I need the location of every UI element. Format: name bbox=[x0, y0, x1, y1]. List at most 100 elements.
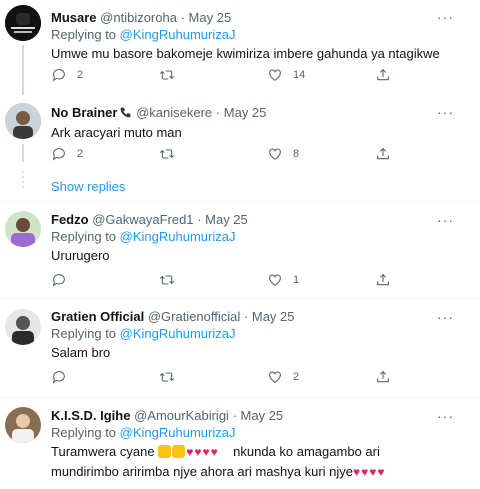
like-button[interactable]: 2 bbox=[267, 369, 299, 385]
thread-dot bbox=[22, 171, 24, 173]
heart-emoji: ♥ bbox=[202, 445, 210, 459]
share-button[interactable] bbox=[375, 272, 391, 288]
tweet-text: Salam bro bbox=[51, 345, 111, 360]
replying-to: Replying to @KingRuhumurizaJ bbox=[51, 325, 448, 343]
retweet-icon bbox=[159, 272, 175, 288]
avatar[interactable] bbox=[5, 407, 41, 443]
avatar[interactable] bbox=[5, 211, 41, 247]
heart-emoji: ♥ bbox=[210, 445, 218, 459]
replying-prefix: Replying to bbox=[51, 425, 120, 440]
heart-emoji: ♥ bbox=[186, 445, 194, 459]
mention-link[interactable]: @KingRuhumurizaJ bbox=[120, 27, 236, 42]
user-handle[interactable]: @AmourKabirigi bbox=[134, 408, 229, 423]
show-replies-link[interactable]: Show replies bbox=[51, 179, 125, 194]
tweet-date[interactable]: May 25 bbox=[252, 309, 295, 324]
tweet-date[interactable]: May 25 bbox=[224, 105, 267, 120]
tweet-gratien[interactable]: Gratien Official @Gratienofficial · May … bbox=[0, 299, 480, 397]
like-icon bbox=[267, 369, 283, 385]
reply-button[interactable] bbox=[51, 369, 67, 385]
reply-icon bbox=[51, 369, 67, 385]
tweet-text-part1: Turamwera cyane bbox=[51, 444, 155, 459]
phone-icon bbox=[121, 107, 131, 118]
replying-prefix: Replying to bbox=[51, 229, 120, 244]
reply-button[interactable]: 2 bbox=[51, 67, 83, 83]
user-handle[interactable]: @ntibizoroha bbox=[100, 10, 177, 25]
retweet-icon bbox=[159, 146, 175, 162]
avatar-image bbox=[5, 211, 41, 247]
share-button[interactable] bbox=[375, 146, 391, 162]
heart-emoji: ♥ bbox=[369, 465, 377, 479]
reply-button[interactable]: 2 bbox=[51, 146, 83, 162]
separator-dot: · bbox=[180, 10, 185, 25]
reply-icon bbox=[51, 272, 67, 288]
display-name[interactable]: Musare bbox=[51, 10, 97, 25]
avatar-image bbox=[5, 103, 41, 139]
mention-link[interactable]: @KingRuhumurizaJ bbox=[120, 425, 236, 440]
share-icon bbox=[375, 67, 391, 83]
tweet-date[interactable]: May 25 bbox=[241, 408, 284, 423]
retweet-button[interactable] bbox=[159, 146, 175, 162]
like-button[interactable]: 14 bbox=[267, 67, 305, 83]
tweet-text-line2-content: mundirimbo aririmba njye ahora ari mashy… bbox=[51, 464, 354, 479]
heart-emoji: ♥ bbox=[353, 465, 361, 479]
avatar-image bbox=[5, 309, 41, 345]
tweet-no-brainer[interactable]: No Brainer @kanisekere · May 25 Ark arac… bbox=[0, 95, 480, 200]
more-icon[interactable]: ··· bbox=[437, 409, 454, 423]
mention-link[interactable]: @KingRuhumurizaJ bbox=[120, 229, 236, 244]
retweet-button[interactable] bbox=[159, 369, 175, 385]
avatar[interactable] bbox=[5, 5, 41, 41]
replying-to: Replying to @KingRuhumurizaJ bbox=[51, 26, 448, 44]
heart-emoji: ♥ bbox=[361, 465, 369, 479]
avatar-image bbox=[5, 407, 41, 443]
clap-emoji bbox=[172, 445, 186, 458]
reply-count: 2 bbox=[77, 148, 84, 160]
replying-to: Replying to @KingRuhumurizaJ bbox=[51, 424, 448, 442]
thread-dot bbox=[22, 181, 24, 183]
replying-to: Replying to @KingRuhumurizaJ bbox=[51, 228, 448, 246]
like-count: 2 bbox=[293, 371, 300, 383]
like-icon bbox=[267, 272, 283, 288]
like-button[interactable]: 1 bbox=[267, 272, 299, 288]
mention-link[interactable]: @KingRuhumurizaJ bbox=[120, 326, 236, 341]
user-handle[interactable]: @GakwayaFred1 bbox=[92, 212, 193, 227]
tweet-text: Ururugero bbox=[51, 248, 110, 263]
more-icon[interactable]: ··· bbox=[437, 213, 454, 227]
tweet-fedzo[interactable]: Fedzo @GakwayaFred1 · May 25 Replying to… bbox=[0, 202, 480, 298]
tweet-date[interactable]: May 25 bbox=[189, 10, 232, 25]
display-name[interactable]: No Brainer bbox=[51, 105, 117, 120]
share-button[interactable] bbox=[375, 67, 391, 83]
tweet-musare[interactable]: Musare @ntibizoroha · May 25 Replying to… bbox=[0, 0, 480, 95]
share-icon bbox=[375, 146, 391, 162]
more-icon[interactable]: ··· bbox=[437, 10, 454, 24]
reply-button[interactable] bbox=[51, 272, 67, 288]
retweet-button[interactable] bbox=[159, 272, 175, 288]
thread-line bbox=[22, 45, 24, 95]
tweet-text: Turamwera cyane ♥♥♥♥ nkunda ko amagambo … bbox=[51, 442, 448, 462]
share-button[interactable] bbox=[375, 369, 391, 385]
more-icon[interactable]: ··· bbox=[437, 310, 454, 324]
avatar[interactable] bbox=[5, 309, 41, 345]
user-handle[interactable]: @Gratienofficial bbox=[148, 309, 240, 324]
more-icon[interactable]: ··· bbox=[437, 105, 454, 119]
retweet-icon bbox=[159, 67, 175, 83]
like-icon bbox=[267, 146, 283, 162]
clap-emoji bbox=[158, 445, 172, 458]
replying-prefix: Replying to bbox=[51, 326, 120, 341]
avatar-badge-image bbox=[5, 5, 41, 41]
avatar[interactable] bbox=[5, 103, 41, 139]
like-button[interactable]: 8 bbox=[267, 146, 299, 162]
separator-dot: · bbox=[197, 212, 202, 227]
thread-line bbox=[22, 144, 24, 162]
share-icon bbox=[375, 369, 391, 385]
display-name[interactable]: Fedzo bbox=[51, 212, 89, 227]
user-handle[interactable]: @kanisekere bbox=[136, 105, 212, 120]
separator-dot: · bbox=[243, 309, 249, 324]
retweet-button[interactable] bbox=[159, 67, 175, 83]
tweet-date[interactable]: May 25 bbox=[205, 212, 248, 227]
heart-emoji: ♥ bbox=[377, 465, 385, 479]
display-name[interactable]: Gratien Official bbox=[51, 309, 144, 324]
thread-dot bbox=[22, 176, 24, 178]
display-name[interactable]: K.I.S.D. Igihe bbox=[51, 408, 130, 423]
like-count: 14 bbox=[293, 69, 306, 81]
tweet-kisd[interactable]: K.I.S.D. Igihe @AmourKabirigi · May 25 R… bbox=[0, 398, 480, 489]
